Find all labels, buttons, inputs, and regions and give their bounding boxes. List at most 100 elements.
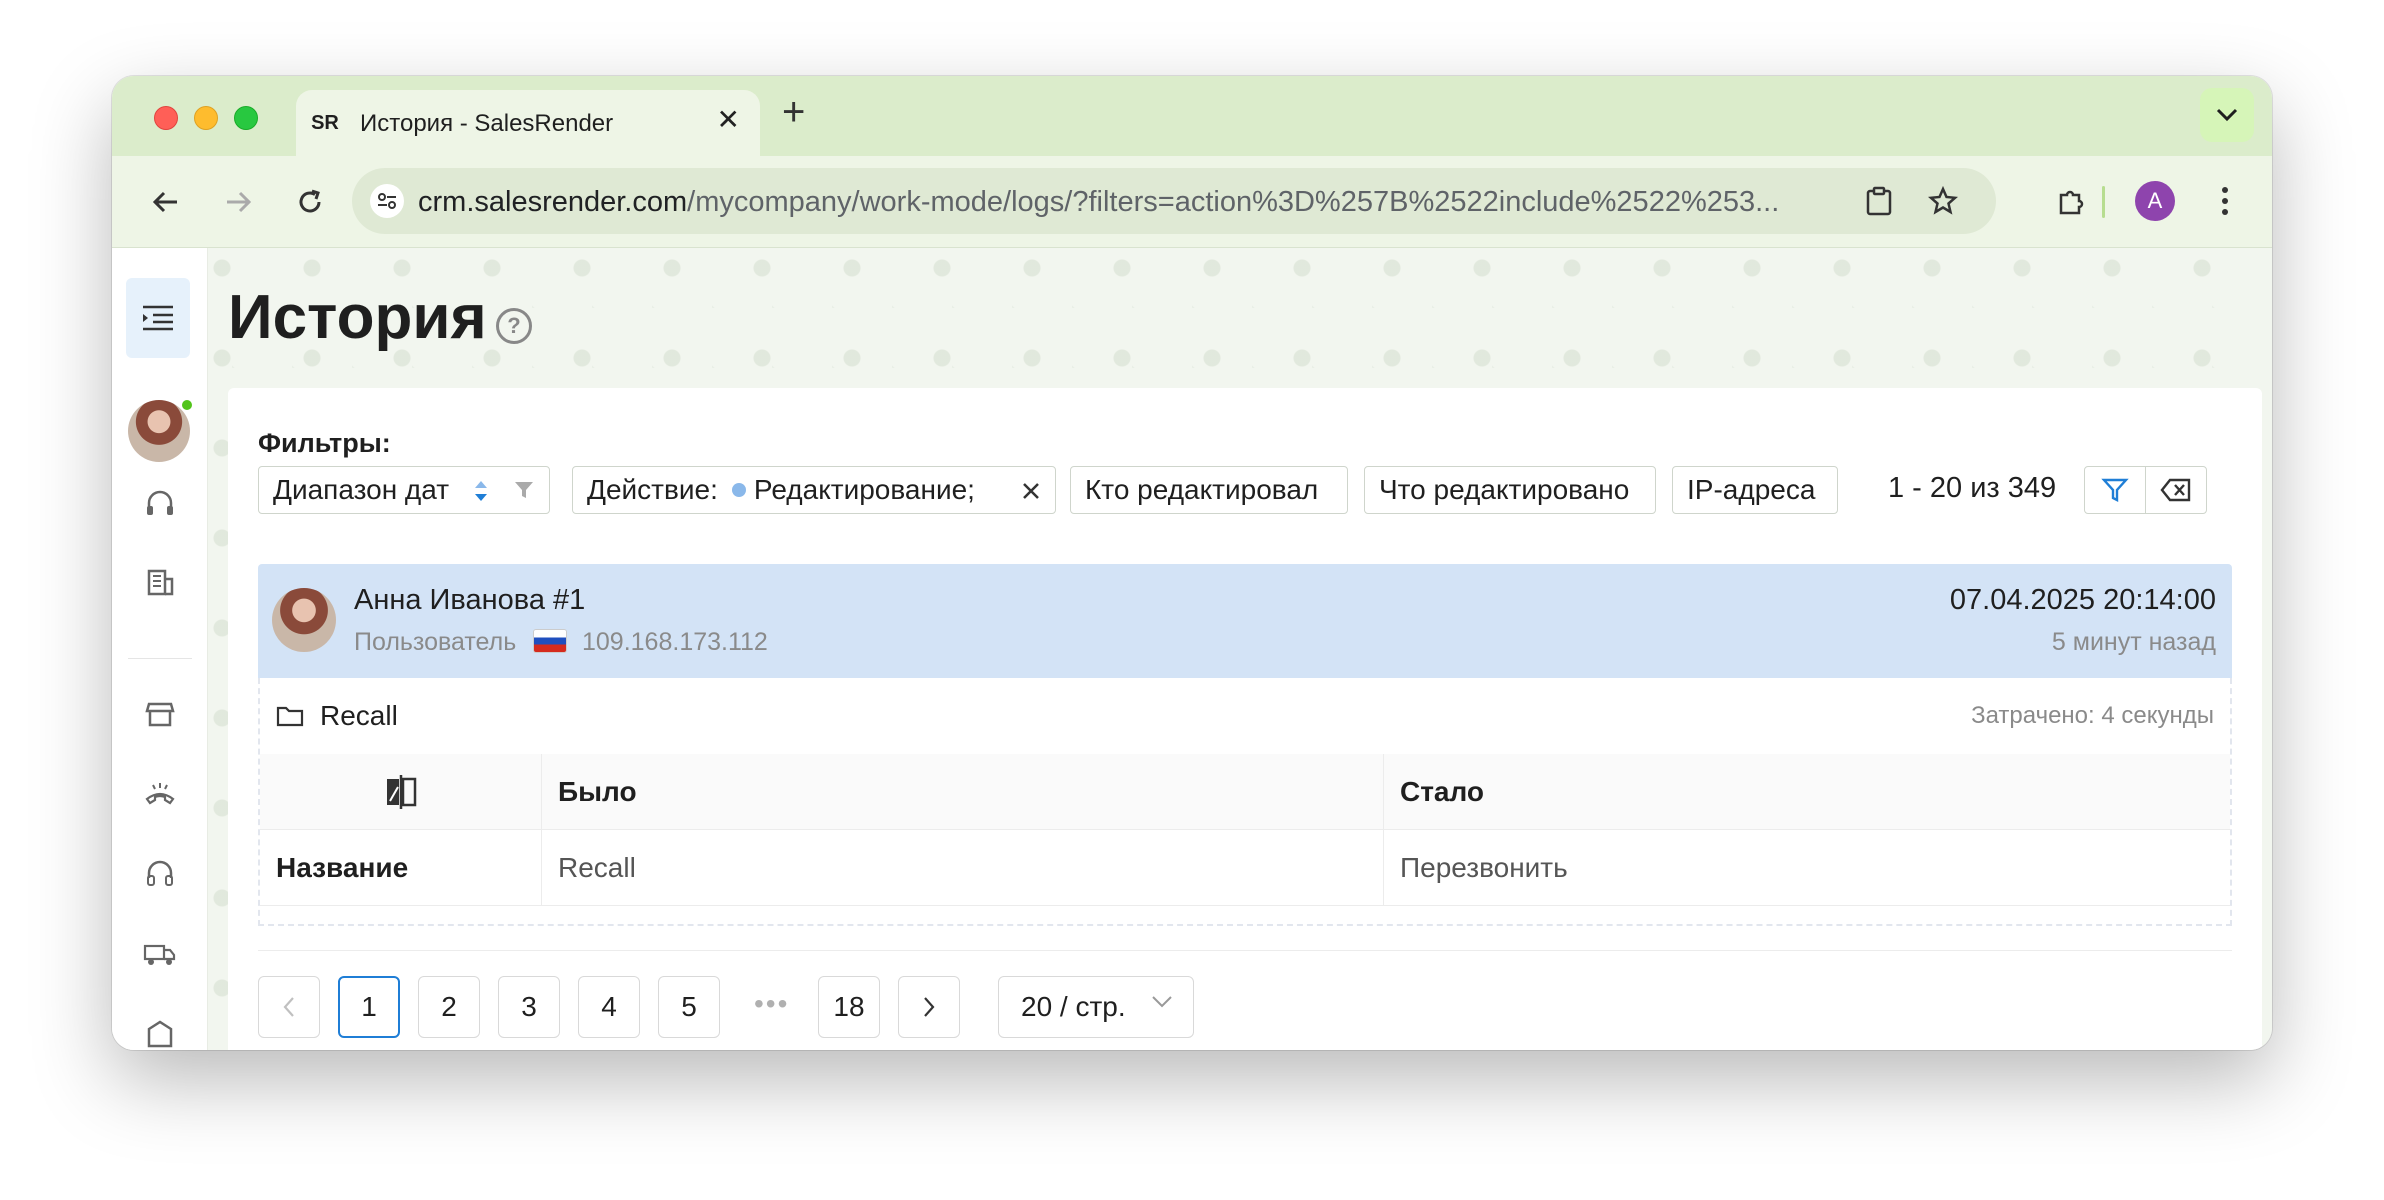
salesrender-favicon-icon: SR <box>310 109 340 137</box>
tab-search-button[interactable] <box>2200 88 2254 142</box>
page-button-2[interactable]: 2 <box>418 976 480 1038</box>
sort-icon[interactable] <box>471 477 491 505</box>
profile-avatar: A <box>2135 181 2175 221</box>
prev-page-button[interactable] <box>258 976 320 1038</box>
arrow-right-icon <box>227 191 252 213</box>
card-divider <box>258 950 2232 951</box>
old-value-cell: Recall <box>542 830 1384 906</box>
page-button-last[interactable]: 18 <box>818 976 880 1038</box>
headphones-icon <box>147 860 173 886</box>
chevron-down-icon <box>1152 996 1172 1008</box>
russia-flag-icon <box>534 630 566 652</box>
entry-datetime: 07.04.2025 20:14:00 <box>1949 584 2216 616</box>
action-filter-value: Редактирование; <box>753 474 975 505</box>
headset-icon <box>147 490 173 515</box>
compare-column-header <box>260 754 542 830</box>
entity-name[interactable]: Recall <box>320 700 398 732</box>
backspace-icon <box>2160 478 2191 502</box>
tab-strip: SR История - SalesRender ✕ + <box>112 76 2272 156</box>
chevron-right-icon <box>924 997 935 1017</box>
page-size-value: 20 / стр. <box>1021 991 1126 1022</box>
close-window-button[interactable] <box>154 106 178 130</box>
what-edited-filter[interactable]: Что редактировано <box>1364 466 1656 514</box>
sidebar-item-operators[interactable] <box>140 854 180 894</box>
who-edited-filter[interactable]: Кто редактировал <box>1070 466 1348 514</box>
action-color-dot <box>731 483 746 497</box>
became-column-header: Стало <box>1400 776 1485 807</box>
entry-ip: 109.168.173.112 <box>582 628 768 656</box>
reset-filters-button[interactable] <box>2145 466 2207 514</box>
compare-icon <box>386 775 416 809</box>
ip-filter[interactable]: IP-адреса <box>1672 466 1838 514</box>
help-icon[interactable]: ? <box>496 308 532 344</box>
entry-time-ago: 5 минут назад <box>2051 628 2216 656</box>
entry-user-name[interactable]: Анна Иванова #1 <box>354 584 585 617</box>
page-content: История ? Фильтры: Диапазон дат Действие… <box>112 248 2272 1050</box>
tab-close-icon[interactable]: ✕ <box>717 106 740 134</box>
forward-button[interactable] <box>216 180 260 224</box>
filter-icon[interactable] <box>513 479 535 501</box>
menu-indent-icon <box>143 305 173 331</box>
filters-label: Фильтры: <box>258 428 391 458</box>
log-entry-header: Анна Иванова #1 Пользователь 109.168.173… <box>258 564 2232 678</box>
time-spent: Затрачено: 4 секунды <box>1971 702 2214 729</box>
clear-filter-icon[interactable] <box>1021 481 1041 501</box>
folder-icon <box>276 706 304 727</box>
page-button-3[interactable]: 3 <box>498 976 560 1038</box>
sidebar-item-support[interactable] <box>140 484 180 524</box>
browser-menu-button[interactable] <box>2202 178 2248 224</box>
toolbar-divider <box>2102 186 2105 218</box>
date-range-filter[interactable]: Диапазон дат <box>258 466 550 514</box>
arrow-left-icon <box>152 191 177 213</box>
url-path: /mycompany/work-mode/logs/?filters=actio… <box>687 186 1780 218</box>
date-range-placeholder: Диапазон дат <box>273 474 450 505</box>
entry-user-role: Пользователь <box>354 628 517 656</box>
sidebar-item-calls[interactable] <box>140 774 180 814</box>
url-text: crm.salesrender.com/mycompany/work-mode/… <box>418 186 1779 219</box>
online-status-dot <box>180 398 194 412</box>
address-bar[interactable]: crm.salesrender.com/mycompany/work-mode/… <box>352 168 1996 234</box>
store-icon <box>145 702 175 727</box>
next-page-button[interactable] <box>898 976 960 1038</box>
funnel-icon <box>2101 478 2129 502</box>
building-icon <box>147 569 174 596</box>
page-button-5[interactable]: 5 <box>658 976 720 1038</box>
tab-title: История - SalesRender <box>360 110 614 137</box>
puzzle-icon <box>2059 190 2084 215</box>
sidebar-toggle-button[interactable] <box>126 278 190 358</box>
sidebar-item-warehouse[interactable] <box>140 1014 180 1050</box>
sidebar <box>112 248 208 1050</box>
pagination-ellipsis[interactable]: ••• <box>754 988 789 1020</box>
reload-icon <box>299 189 321 213</box>
url-host: crm.salesrender.com <box>418 186 688 218</box>
entry-user-avatar <box>272 588 336 652</box>
warehouse-icon <box>147 1020 173 1048</box>
page-title: История <box>228 283 487 352</box>
bookmark-star-icon[interactable] <box>1926 184 1960 218</box>
clipboard-icon[interactable] <box>1862 184 1896 218</box>
page-button-4[interactable]: 4 <box>578 976 640 1038</box>
page-size-select[interactable]: 20 / стр. <box>998 976 1194 1038</box>
site-settings-icon[interactable] <box>370 184 404 218</box>
maximize-window-button[interactable] <box>234 106 258 130</box>
truck-icon <box>143 944 176 965</box>
sidebar-item-delivery[interactable] <box>140 934 180 974</box>
apply-filters-button[interactable] <box>2084 466 2146 514</box>
extensions-button[interactable] <box>2048 178 2094 224</box>
phone-hangup-icon <box>145 783 175 805</box>
browser-tab[interactable]: SR История - SalesRender ✕ <box>296 90 760 156</box>
profile-button[interactable]: A <box>2132 178 2178 224</box>
sidebar-item-shop[interactable] <box>140 694 180 734</box>
more-vert-icon <box>2222 187 2228 215</box>
action-filter[interactable]: Действие: Редактирование; <box>572 466 1056 514</box>
page-button-1[interactable]: 1 <box>338 976 400 1038</box>
sidebar-item-company[interactable] <box>140 562 180 602</box>
back-button[interactable] <box>144 180 188 224</box>
history-card: Фильтры: Диапазон дат Действие: Редактир… <box>228 388 2262 1050</box>
table-row: Название Recall Перезвонить <box>260 830 2230 906</box>
reload-button[interactable] <box>288 180 332 224</box>
sidebar-divider <box>128 658 192 659</box>
minimize-window-button[interactable] <box>194 106 218 130</box>
chevron-down-icon <box>2216 108 2238 122</box>
new-tab-button[interactable]: + <box>782 92 805 132</box>
